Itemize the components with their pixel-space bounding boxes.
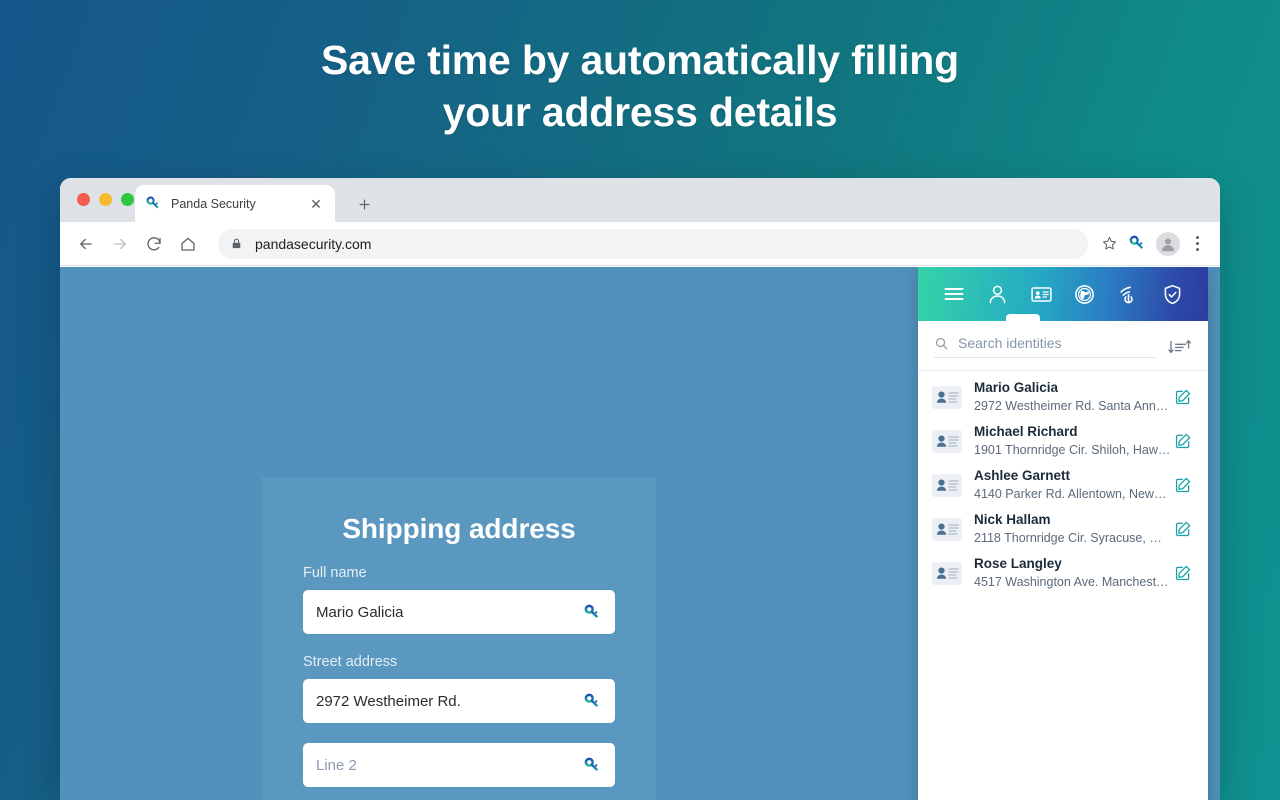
edit-icon[interactable] (1174, 564, 1192, 582)
id-card-avatar-icon (932, 517, 962, 541)
full-name-input[interactable]: Mario Galicia (303, 590, 615, 634)
id-card-avatar-icon (932, 473, 962, 497)
field-address-line-2: Line 2 (262, 743, 656, 787)
toolbar-actions (1096, 231, 1208, 257)
identity-name: Mario Galicia (974, 380, 1059, 395)
identity-address: 2118 Thornridge Cir. Syracuse, … (974, 531, 1162, 545)
search-row: Search identities (918, 321, 1208, 371)
browser-tabstrip: Panda Security ✕ (60, 178, 1220, 222)
tab-title: Panda Security (171, 196, 256, 211)
edit-icon[interactable] (1174, 388, 1192, 406)
minimize-window-button[interactable] (99, 193, 112, 206)
field-value: 2972 Westheimer Rd. (316, 692, 461, 710)
address-line-2-input[interactable]: Line 2 (303, 743, 615, 787)
maximize-window-button[interactable] (121, 193, 134, 206)
list-item[interactable]: Ashlee Garnett 4140 Parker Rd. Allentown… (918, 463, 1208, 507)
window-controls (77, 193, 134, 206)
identities-extension-panel: Search identities Mario Galicia 2972 Wes… (918, 267, 1208, 800)
identity-text: Michael Richard 1901 Thornridge Cir. Shi… (974, 423, 1171, 459)
search-input[interactable]: Search identities (934, 335, 1156, 358)
panel-header-nav (918, 267, 1208, 321)
browser-toolbar: pandasecurity.com (60, 222, 1220, 266)
field-street-address: Street address 2972 Westheimer Rd. (262, 654, 656, 723)
key-icon[interactable] (583, 603, 602, 622)
page-content: Shipping address Full name Mario Galicia (60, 267, 1220, 800)
identity-address: 4140 Parker Rd. Allentown, New… (974, 487, 1167, 501)
list-item[interactable]: Nick Hallam 2118 Thornridge Cir. Syracus… (918, 507, 1208, 551)
close-icon[interactable]: ✕ (307, 195, 325, 213)
bookmark-star-icon[interactable] (1096, 231, 1122, 257)
field-label: Full name (303, 565, 367, 581)
identity-name: Michael Richard (974, 424, 1078, 439)
identity-address: 2972 Westheimer Rd. Santa Ann… (974, 399, 1169, 413)
identity-text: Rose Langley 4517 Washington Ave. Manche… (974, 555, 1169, 591)
identity-name: Ashlee Garnett (974, 468, 1071, 483)
address-bar[interactable]: pandasecurity.com (218, 228, 1088, 259)
id-card-avatar-icon (932, 385, 962, 409)
identity-text: Nick Hallam 2118 Thornridge Cir. Syracus… (974, 511, 1168, 547)
browser-window: Panda Security ✕ pandasecurity.com Shipp… (60, 178, 1220, 800)
edit-icon[interactable] (1174, 432, 1192, 450)
identity-address: 4517 Washington Ave. Manchest… (974, 575, 1169, 589)
hero-headline: Save time by automatically filling your … (0, 34, 1280, 138)
search-placeholder: Search identities (958, 335, 1062, 351)
shipping-address-form: Shipping address Full name Mario Galicia (262, 477, 656, 800)
new-tab-button[interactable] (352, 192, 376, 216)
field-placeholder: Line 2 (316, 756, 357, 774)
key-icon[interactable] (583, 756, 602, 775)
identity-name: Rose Langley (974, 556, 1062, 571)
sort-icon[interactable] (1168, 338, 1192, 356)
wifi-signal-icon[interactable] (1115, 281, 1141, 307)
identity-address: 1901 Thornridge Cir. Shiloh, Haw… (974, 443, 1171, 457)
edit-icon[interactable] (1174, 520, 1192, 538)
field-value: Mario Galicia (316, 603, 404, 621)
url-text: pandasecurity.com (255, 235, 372, 252)
hamburger-menu-icon[interactable] (941, 281, 967, 307)
lock-icon (230, 237, 244, 251)
browser-tab[interactable]: Panda Security ✕ (135, 185, 335, 222)
back-icon[interactable] (72, 230, 100, 258)
id-card-avatar-icon (932, 561, 962, 585)
profile-avatar-icon[interactable] (1156, 231, 1180, 256)
id-card-icon[interactable] (1028, 281, 1054, 307)
privacy-globe-icon[interactable] (1072, 281, 1098, 307)
identity-text: Mario Galicia 2972 Westheimer Rd. Santa … (974, 379, 1168, 415)
close-window-button[interactable] (77, 193, 90, 206)
list-item[interactable]: Michael Richard 1901 Thornridge Cir. Shi… (918, 419, 1208, 463)
home-icon[interactable] (174, 230, 202, 258)
active-tab-indicator (1006, 314, 1040, 321)
shield-check-icon[interactable] (1159, 281, 1185, 307)
list-item[interactable]: Mario Galicia 2972 Westheimer Rd. Santa … (918, 375, 1208, 419)
key-icon (145, 195, 162, 212)
forward-icon[interactable] (106, 230, 134, 258)
id-card-avatar-icon (932, 429, 962, 453)
search-icon (934, 336, 949, 351)
reload-icon[interactable] (140, 230, 168, 258)
page-title: Shipping address (342, 513, 576, 544)
key-icon[interactable] (583, 692, 602, 711)
extension-key-icon[interactable] (1124, 231, 1150, 257)
field-full-name: Full name Mario Galicia (262, 565, 656, 634)
identity-name: Nick Hallam (974, 512, 1051, 527)
kebab-menu-icon[interactable] (1186, 231, 1208, 257)
street-address-input[interactable]: 2972 Westheimer Rd. (303, 679, 615, 723)
hero-line-1: Save time by automatically filling (320, 37, 959, 83)
identity-text: Ashlee Garnett 4140 Parker Rd. Allentown… (974, 467, 1168, 503)
person-icon[interactable] (984, 281, 1010, 307)
hero-line-2: your address details (442, 89, 838, 135)
edit-icon[interactable] (1174, 476, 1192, 494)
identity-list: Mario Galicia 2972 Westheimer Rd. Santa … (918, 371, 1208, 800)
field-label: Street address (303, 654, 398, 670)
list-item[interactable]: Rose Langley 4517 Washington Ave. Manche… (918, 551, 1208, 595)
